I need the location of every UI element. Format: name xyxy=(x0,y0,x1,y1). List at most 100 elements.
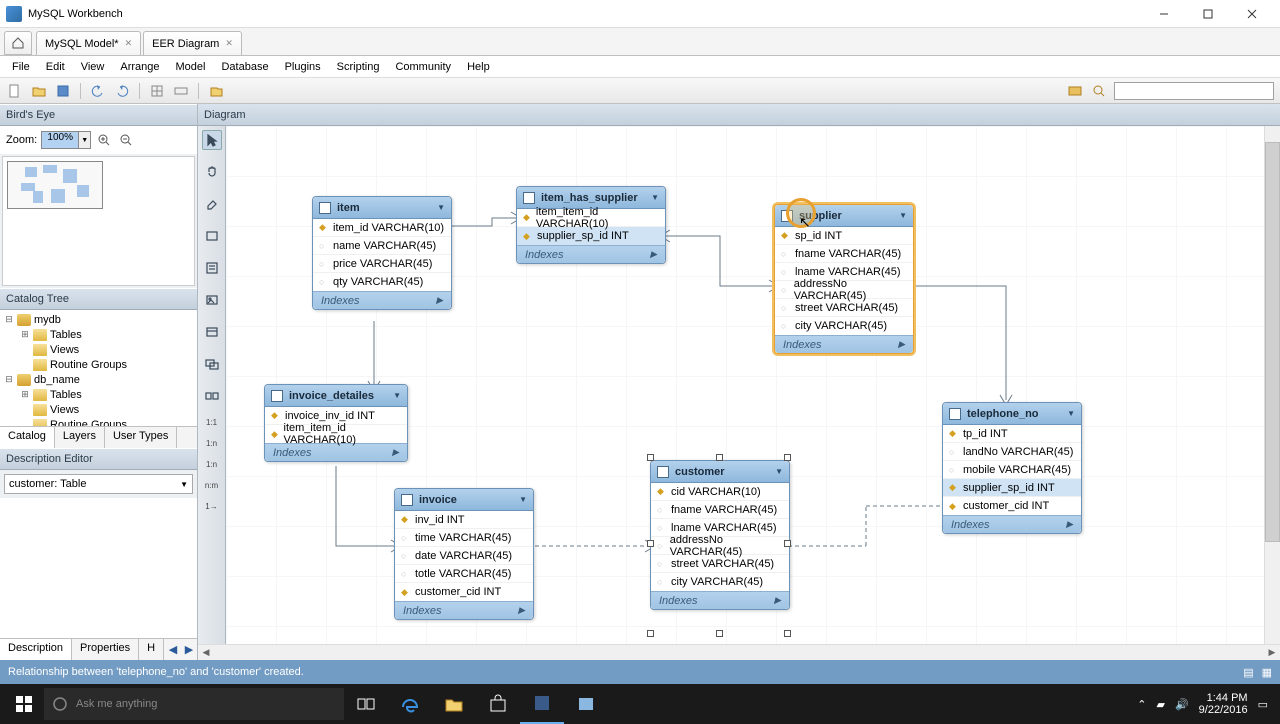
menu-scripting[interactable]: Scripting xyxy=(329,59,388,75)
align-icon[interactable] xyxy=(172,82,190,100)
redo-icon[interactable] xyxy=(113,82,131,100)
notification-icon[interactable]: ▭ xyxy=(1258,698,1268,711)
tab-description[interactable]: Description xyxy=(0,639,72,660)
tree-routines[interactable]: Routine Groups xyxy=(50,359,127,371)
search-input[interactable] xyxy=(1114,82,1274,100)
tab-eer[interactable]: EER Diagram✕ xyxy=(143,31,242,55)
table-item[interactable]: item▼ ◆item_id VARCHAR(10) ○name VARCHAR… xyxy=(312,196,452,310)
tool-table[interactable] xyxy=(202,322,222,342)
chevron-down-icon[interactable]: ▼ xyxy=(437,203,445,212)
tree-tables[interactable]: Tables xyxy=(50,329,82,341)
search-icon[interactable] xyxy=(1090,82,1108,100)
menu-database[interactable]: Database xyxy=(213,59,276,75)
resize-handle[interactable] xyxy=(647,540,654,547)
zoom-input[interactable]: 100% xyxy=(41,131,79,149)
maximize-button[interactable] xyxy=(1186,0,1230,28)
tool-note[interactable] xyxy=(202,258,222,278)
zoom-in-icon[interactable] xyxy=(95,131,113,149)
chevron-down-icon[interactable]: ▼ xyxy=(899,211,907,220)
close-button[interactable] xyxy=(1230,0,1274,28)
tree-db[interactable]: db_name xyxy=(34,374,80,386)
open-icon[interactable] xyxy=(30,82,48,100)
menu-file[interactable]: File xyxy=(4,59,38,75)
menu-view[interactable]: View xyxy=(73,59,113,75)
menu-model[interactable]: Model xyxy=(168,59,214,75)
menu-community[interactable]: Community xyxy=(387,59,459,75)
task-view[interactable] xyxy=(344,684,388,724)
zoom-dropdown[interactable]: ▼ xyxy=(79,131,91,149)
system-tray[interactable]: ⌃ ▰ 🔊 1:44 PM 9/22/2016 ▭ xyxy=(1137,692,1276,716)
rel-place[interactable]: 1→ xyxy=(205,502,217,511)
indexes-toggle[interactable]: Indexes▶ xyxy=(651,591,789,609)
new-icon[interactable] xyxy=(6,82,24,100)
menu-plugins[interactable]: Plugins xyxy=(277,59,329,75)
home-button[interactable] xyxy=(4,31,32,55)
tab-usertypes[interactable]: User Types xyxy=(105,427,177,448)
tray-network-icon[interactable]: ▰ xyxy=(1156,698,1164,711)
desc-body[interactable] xyxy=(0,498,197,638)
chevron-down-icon[interactable]: ▼ xyxy=(775,467,783,476)
chevron-down-icon[interactable]: ▼ xyxy=(651,193,659,202)
table-supplier[interactable]: supplier▼ ◆sp_id INT ○fname VARCHAR(45) … xyxy=(774,204,914,354)
validate-icon[interactable] xyxy=(207,82,225,100)
chevron-down-icon[interactable]: ▼ xyxy=(1067,409,1075,418)
tool-image[interactable] xyxy=(202,290,222,310)
grid-icon[interactable] xyxy=(148,82,166,100)
task-explorer[interactable] xyxy=(432,684,476,724)
menu-edit[interactable]: Edit xyxy=(38,59,73,75)
tab-layers[interactable]: Layers xyxy=(55,427,105,448)
tool-layer[interactable] xyxy=(202,226,222,246)
tool-hand[interactable] xyxy=(202,162,222,182)
tab-next[interactable]: ▶ xyxy=(181,639,197,660)
view-icon[interactable] xyxy=(1066,82,1084,100)
tab-model[interactable]: MySQL Model*✕ xyxy=(36,31,141,55)
start-button[interactable] xyxy=(4,684,44,724)
chevron-down-icon[interactable]: ▼ xyxy=(519,495,527,504)
tool-eraser[interactable] xyxy=(202,194,222,214)
catalog-tree[interactable]: ⊟mydb ⊞Tables Views Routine Groups ⊟db_n… xyxy=(0,310,197,426)
indexes-toggle[interactable]: Indexes▶ xyxy=(943,515,1081,533)
birdseye-canvas[interactable] xyxy=(2,156,195,286)
task-edge[interactable] xyxy=(388,684,432,724)
tree-tables[interactable]: Tables xyxy=(50,389,82,401)
tree-routines[interactable]: Routine Groups xyxy=(50,419,127,427)
tray-volume-icon[interactable]: 🔊 xyxy=(1175,698,1189,711)
zoom-out-icon[interactable] xyxy=(117,131,135,149)
resize-handle[interactable] xyxy=(716,454,723,461)
task-workbench[interactable] xyxy=(520,684,564,724)
horizontal-scrollbar[interactable]: ◀▶ xyxy=(198,644,1280,660)
resize-handle[interactable] xyxy=(647,630,654,637)
desc-select[interactable]: customer: Table▼ xyxy=(4,474,193,494)
resize-handle[interactable] xyxy=(784,454,791,461)
tree-views[interactable]: Views xyxy=(50,344,79,356)
tab-history[interactable]: H xyxy=(139,639,164,660)
resize-handle[interactable] xyxy=(784,630,791,637)
rel-n-m[interactable]: n:m xyxy=(205,481,218,490)
tab-catalog[interactable]: Catalog xyxy=(0,427,55,448)
indexes-toggle[interactable]: Indexes▶ xyxy=(313,291,451,309)
tab-properties[interactable]: Properties xyxy=(72,639,139,660)
rel-1-n[interactable]: 1:n xyxy=(206,439,217,448)
tab-prev[interactable]: ◀ xyxy=(165,639,181,660)
task-store[interactable] xyxy=(476,684,520,724)
indexes-toggle[interactable]: Indexes▶ xyxy=(395,601,533,619)
table-telephone-no[interactable]: telephone_no▼ ◆tp_id INT ○landNo VARCHAR… xyxy=(942,402,1082,534)
resize-handle[interactable] xyxy=(784,540,791,547)
menu-arrange[interactable]: Arrange xyxy=(112,59,167,75)
task-app[interactable] xyxy=(564,684,608,724)
tree-db[interactable]: mydb xyxy=(34,314,61,326)
cortana-search[interactable]: Ask me anything xyxy=(44,688,344,720)
undo-icon[interactable] xyxy=(89,82,107,100)
rel-1-n-id[interactable]: 1:n xyxy=(206,460,217,469)
table-customer[interactable]: customer▼ ◆cid VARCHAR(10) ○fname VARCHA… xyxy=(650,460,790,610)
rel-1-1[interactable]: 1:1 xyxy=(206,418,217,427)
table-invoice-detailes[interactable]: invoice_detailes▼ ◆invoice_inv_id INT ◆i… xyxy=(264,384,408,462)
indexes-toggle[interactable]: Indexes▶ xyxy=(517,245,665,263)
menu-help[interactable]: Help xyxy=(459,59,498,75)
save-icon[interactable] xyxy=(54,82,72,100)
diagram-canvas[interactable]: item▼ ◆item_id VARCHAR(10) ○name VARCHAR… xyxy=(226,126,1264,644)
tray-up-icon[interactable]: ⌃ xyxy=(1137,698,1146,711)
indexes-toggle[interactable]: Indexes▶ xyxy=(775,335,913,353)
table-item-has-supplier[interactable]: item_has_supplier▼ ◆item_item_id VARCHAR… xyxy=(516,186,666,264)
clock[interactable]: 1:44 PM 9/22/2016 xyxy=(1199,692,1248,716)
